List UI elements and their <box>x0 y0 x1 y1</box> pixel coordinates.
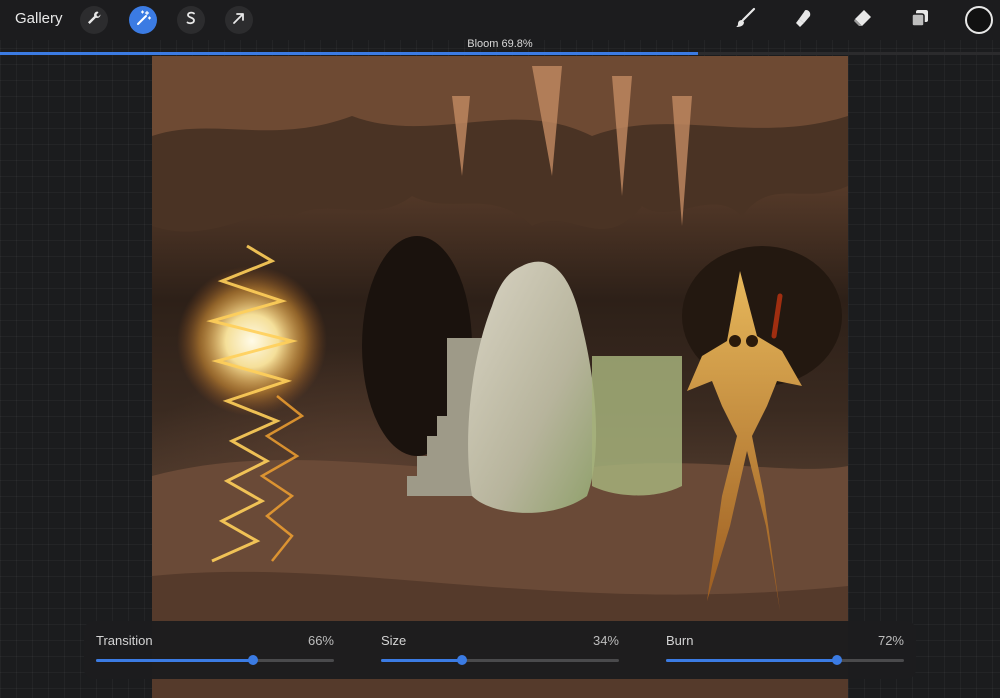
size-slider-thumb[interactable] <box>456 655 467 665</box>
selection-s-icon <box>183 10 199 31</box>
transition-slider-group: Transition 66% <box>96 621 334 679</box>
transform-button[interactable] <box>225 6 253 34</box>
smudge-tool-button[interactable] <box>789 6 817 34</box>
size-slider[interactable] <box>381 655 619 665</box>
transition-value: 66% <box>307 633 334 648</box>
brush-icon <box>734 7 756 34</box>
drawing-canvas[interactable] <box>152 56 848 698</box>
actions-button[interactable] <box>80 6 108 34</box>
burn-value: 72% <box>877 633 904 648</box>
size-value: 34% <box>592 633 619 648</box>
transition-slider-thumb[interactable] <box>248 655 259 665</box>
arrow-cursor-icon <box>231 10 247 31</box>
adjustments-button[interactable] <box>129 6 157 34</box>
layers-icon <box>909 7 931 34</box>
brush-tool-button[interactable] <box>731 6 759 34</box>
burn-label: Burn <box>666 633 694 648</box>
gallery-button[interactable]: Gallery <box>15 10 63 27</box>
wrench-icon <box>86 10 102 31</box>
smudge-icon <box>792 7 814 34</box>
eraser-icon <box>851 7 873 34</box>
burn-slider-group: Burn 72% <box>666 621 904 679</box>
burn-slider-fill <box>666 659 838 662</box>
effect-label: Bloom 69.8% <box>467 38 533 50</box>
top-toolbar: Gallery <box>0 0 1000 40</box>
layers-button[interactable] <box>906 6 934 34</box>
burn-slider[interactable] <box>666 655 904 665</box>
selection-button[interactable] <box>177 6 205 34</box>
color-picker-button[interactable] <box>965 6 993 34</box>
transition-slider[interactable] <box>96 655 334 665</box>
magic-wand-icon <box>135 9 152 31</box>
cave-artwork <box>152 56 848 698</box>
transition-label: Transition <box>96 633 153 648</box>
effect-progress-bar[interactable] <box>0 52 1000 55</box>
eraser-tool-button[interactable] <box>848 6 876 34</box>
size-slider-group: Size 34% <box>381 621 619 679</box>
size-slider-fill <box>381 659 462 662</box>
burn-slider-thumb[interactable] <box>832 655 843 665</box>
effect-progress-fill <box>0 52 698 55</box>
transition-slider-fill <box>96 659 254 662</box>
adjustment-panel: Transition 66% Size 34% Burn 72% <box>84 621 916 679</box>
size-label: Size <box>381 633 407 648</box>
